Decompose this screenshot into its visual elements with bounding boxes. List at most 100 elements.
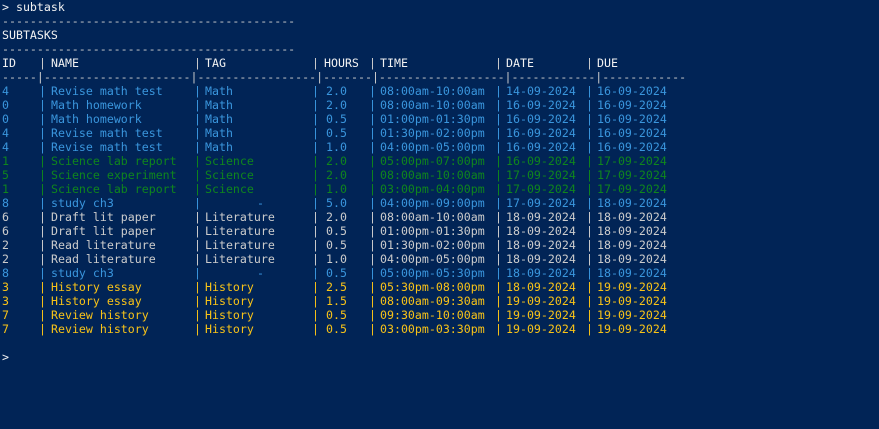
column-separator: | <box>369 308 376 322</box>
cell-due: 19-09-2024 <box>597 294 667 308</box>
cell-name: Read literature <box>51 252 156 266</box>
header-hours: HOURS <box>324 56 359 70</box>
table-row: 2 | Read literature | Literature | 1.0 | 04:00pm… <box>2 252 872 266</box>
column-separator: | <box>369 210 376 224</box>
column-separator: | <box>194 126 201 140</box>
column-separator: | <box>194 84 201 98</box>
column-separator: | <box>495 322 502 336</box>
cell-date: 14-09-2024 <box>506 84 576 98</box>
cell-date: 17-09-2024 <box>506 168 576 182</box>
cell-date: 16-09-2024 <box>506 112 576 126</box>
cell-name: History essay <box>51 280 142 294</box>
cell-name: Draft lit paper <box>51 224 156 238</box>
cell-tag: Literature <box>205 210 275 224</box>
column-separator: | <box>39 294 46 308</box>
column-separator: | <box>194 252 201 266</box>
header-due: DUE <box>597 56 618 70</box>
cell-time: 04:00pm-05:00pm <box>380 140 485 154</box>
cell-date: 19-09-2024 <box>506 294 576 308</box>
table-row: 0 | Math homework | Math | 2.0 | 08:00am-10:00am… <box>2 98 872 112</box>
column-separator: | <box>194 112 201 126</box>
cell-id: 1 <box>2 154 9 168</box>
column-separator: | <box>586 238 593 252</box>
column-separator: | <box>586 182 593 196</box>
cell-time: 08:00am-10:00am <box>380 168 485 182</box>
column-separator: | <box>312 98 319 112</box>
cell-id: 2 <box>2 252 9 266</box>
column-separator: | <box>39 84 46 98</box>
column-separator: | <box>369 224 376 238</box>
final-prompt[interactable]: > <box>2 350 9 364</box>
column-separator: | <box>39 182 46 196</box>
cell-id: 6 <box>2 210 9 224</box>
top-rule: ----------------------------------------… <box>2 14 296 28</box>
cell-due: 18-09-2024 <box>597 224 667 238</box>
cell-id: 4 <box>2 126 9 140</box>
table-row: 4 | Revise math test | Math | 2.0 | 08:00am-10:0… <box>2 84 872 98</box>
cell-due: 16-09-2024 <box>597 126 667 140</box>
column-separator: | <box>39 196 46 210</box>
column-separator: | <box>312 112 319 126</box>
column-separator: | <box>369 98 376 112</box>
header-divider: -----|---------------------|------------… <box>2 70 687 84</box>
column-separator: | <box>586 140 593 154</box>
column-separator: | <box>39 140 46 154</box>
header-name: NAME <box>51 56 79 70</box>
cell-name: study ch3 <box>51 196 114 210</box>
column-separator: | <box>194 224 201 238</box>
header-time: TIME <box>380 56 408 70</box>
cell-time: 05:30pm-08:00pm <box>380 280 485 294</box>
column-separator: | <box>194 308 201 322</box>
column-separator: | <box>369 294 376 308</box>
table-row: 3 | History essay | History | 2.5 | 05:30pm-08:0… <box>2 280 872 294</box>
cell-tag: History <box>205 322 254 336</box>
column-separator: | <box>495 154 502 168</box>
column-separator: | <box>194 168 201 182</box>
cell-tag: - <box>257 266 264 280</box>
cell-time: 01:30pm-02:00pm <box>380 126 485 140</box>
cell-tag: Literature <box>205 252 275 266</box>
cell-time: 01:00pm-01:30pm <box>380 112 485 126</box>
column-separator: | <box>39 266 46 280</box>
cell-hours: 0.5 <box>326 308 347 322</box>
column-separator: | <box>586 322 593 336</box>
table-header-row: ID | NAME | TAG | HOURS | TIME | DATE | … <box>2 56 872 70</box>
cell-name: Read literature <box>51 238 156 252</box>
cell-tag: Science <box>205 168 254 182</box>
cell-hours: 1.0 <box>326 140 347 154</box>
cell-name: Review history <box>51 308 149 322</box>
column-separator: | <box>39 126 46 140</box>
column-separator: | <box>39 154 46 168</box>
cell-due: 17-09-2024 <box>597 168 667 182</box>
cell-hours: 2.0 <box>326 84 347 98</box>
column-separator: | <box>369 182 376 196</box>
header-tag: TAG <box>205 56 226 70</box>
cell-due: 16-09-2024 <box>597 140 667 154</box>
cell-time: 08:00am-09:30am <box>380 294 485 308</box>
table-row: 6 | Draft lit paper | Literature | 2.0 | 08:00am… <box>2 210 872 224</box>
table-row: 7 | Review history | History | 0.5 | 03:00pm-03:… <box>2 322 872 336</box>
terminal-window[interactable]: > subtask ------------------------------… <box>0 0 879 429</box>
column-separator: | <box>495 266 502 280</box>
column-separator: | <box>495 112 502 126</box>
cell-time: 05:00pm-05:30pm <box>380 266 485 280</box>
column-separator: | <box>586 252 593 266</box>
cell-hours: 0.5 <box>326 266 347 280</box>
column-separator: | <box>194 154 201 168</box>
column-separator: | <box>369 84 376 98</box>
column-separator: | <box>194 280 201 294</box>
column-separator: | <box>312 252 319 266</box>
section-heading: SUBTASKS <box>2 28 58 42</box>
cell-time: 01:30pm-02:00pm <box>380 238 485 252</box>
cell-tag: - <box>257 196 264 210</box>
cell-date: 18-09-2024 <box>506 224 576 238</box>
column-separator: | <box>495 308 502 322</box>
column-separator: | <box>369 126 376 140</box>
column-separator: | <box>586 266 593 280</box>
cell-date: 19-09-2024 <box>506 308 576 322</box>
command-prompt-line: > subtask <box>2 0 65 14</box>
cell-name: study ch3 <box>51 266 114 280</box>
cell-tag: Math <box>205 126 233 140</box>
cell-id: 3 <box>2 294 9 308</box>
column-separator: | <box>369 196 376 210</box>
